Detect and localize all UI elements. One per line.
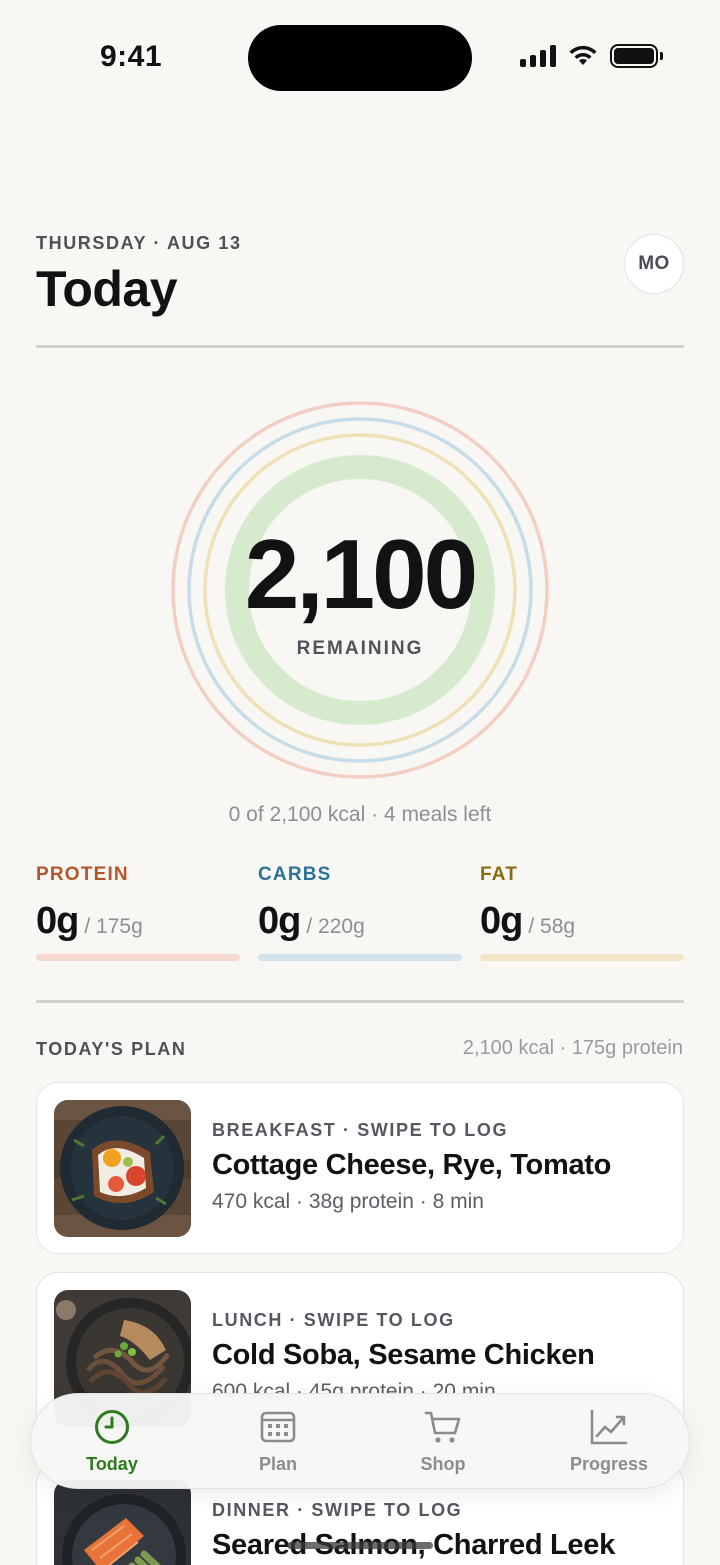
status-icons: [520, 44, 663, 68]
cottage-cheese-toast-photo: [54, 1100, 191, 1237]
macro-progress-bar: [258, 954, 462, 961]
calorie-summary: 0 of 2,100 kcal · 4 meals left: [228, 803, 492, 826]
meal-meta: BREAKFAST · SWIPE TO LOG: [212, 1120, 509, 1140]
macro-target: / 220g: [306, 915, 365, 938]
cart-icon: [424, 1411, 461, 1443]
calories-remaining-value: 2,100: [244, 519, 478, 629]
macro-current: 0g: [480, 900, 523, 942]
dynamic-island: [248, 25, 472, 91]
macro-current: 0g: [258, 900, 301, 942]
meal-name: Cottage Cheese, Rye, Tomato: [212, 1149, 612, 1181]
tab-progress[interactable]: Progress: [539, 1408, 679, 1478]
avatar[interactable]: MO: [624, 234, 684, 294]
macro-progress-bar: [480, 954, 684, 961]
macro-current: 0g: [36, 900, 79, 942]
macro-progress-bar: [36, 954, 240, 961]
plan-summary: 2,100 kcal · 175g protein: [462, 1037, 683, 1059]
tab-shop[interactable]: Shop: [373, 1408, 513, 1478]
cellular-signal-icon: [520, 45, 556, 67]
tab-today[interactable]: Today: [42, 1408, 182, 1478]
meal-card-breakfast[interactable]: BREAKFAST · SWIPE TO LOG Cottage Cheese,…: [36, 1082, 684, 1254]
tab-label: Plan: [258, 1454, 297, 1474]
tab-bar: Today Plan Shop Progress: [30, 1393, 690, 1489]
clock-icon: [95, 1410, 129, 1444]
tab-label: Today: [86, 1454, 138, 1474]
meal-stats: 470 kcal · 38g protein · 8 min: [212, 1190, 484, 1213]
wifi-icon: [569, 45, 597, 65]
macro-label: FAT: [480, 864, 519, 885]
salmon-leek-photo: [54, 1480, 191, 1565]
chart-icon: [590, 1409, 628, 1445]
macro-target: / 58g: [528, 915, 576, 938]
macro-label: CARBS: [258, 864, 332, 885]
macro-label: PROTEIN: [36, 864, 129, 885]
calories-remaining-label: REMAINING: [296, 638, 424, 659]
meal-meta: DINNER · SWIPE TO LOG: [212, 1500, 463, 1520]
home-indicator: [287, 1542, 433, 1549]
today-screen: 9:41 THURSDAY · AUG 13 Today MO 2,100 RE…: [0, 0, 720, 1565]
macro-target: / 175g: [84, 915, 143, 938]
header-divider: [36, 345, 684, 348]
date-label: THURSDAY · AUG 13: [36, 233, 242, 253]
status-time: 9:41: [100, 40, 163, 73]
macro-fat: FAT 0g / 58g: [480, 864, 684, 961]
meal-meta: LUNCH · SWIPE TO LOG: [212, 1310, 455, 1330]
battery-icon: [610, 44, 663, 68]
plan-title: TODAY'S PLAN: [36, 1039, 187, 1059]
tab-plan[interactable]: Plan: [208, 1408, 348, 1478]
tab-label: Shop: [420, 1454, 466, 1474]
meal-name: Cold Soba, Sesame Chicken: [212, 1339, 595, 1371]
tab-label: Progress: [569, 1454, 649, 1474]
page-title: Today: [36, 261, 178, 317]
calendar-icon: [260, 1411, 296, 1443]
macro-protein: PROTEIN 0g / 175g: [36, 864, 240, 961]
macros-divider: [36, 1000, 684, 1003]
macro-carbs: CARBS 0g / 220g: [258, 864, 462, 961]
